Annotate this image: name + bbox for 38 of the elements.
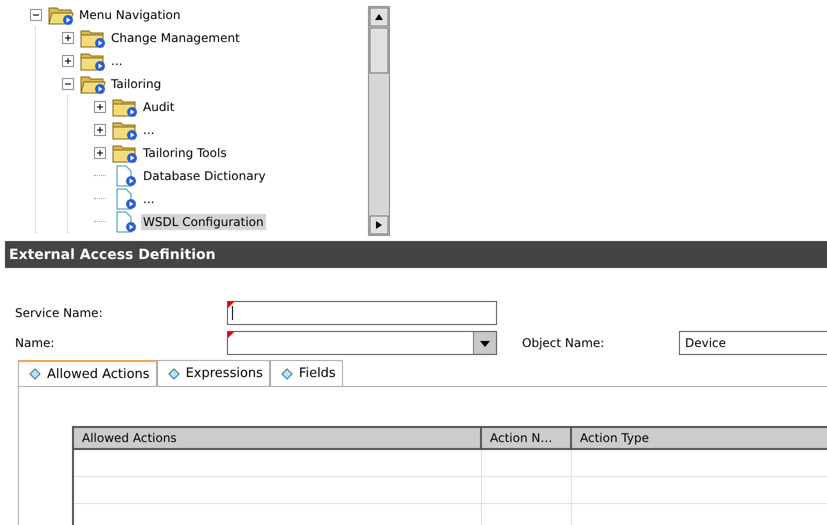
tree-item[interactable]: Menu Navigation [77, 6, 182, 22]
scroll-right-button[interactable] [369, 215, 389, 235]
expand-icon[interactable] [94, 124, 106, 136]
expand-icon[interactable] [62, 54, 74, 66]
tree-item[interactable]: Tailoring Tools [141, 144, 229, 160]
diamond-icon [168, 368, 180, 380]
tree-item[interactable]: Change Management [109, 30, 242, 46]
expand-icon[interactable] [94, 100, 106, 112]
text-cursor [232, 306, 233, 320]
tree-item[interactable]: Tailoring [109, 76, 164, 92]
service-name-field[interactable] [227, 301, 497, 325]
tree-item[interactable]: WSDL Configuration [141, 214, 266, 230]
tree-item[interactable]: Database Dictionary [141, 168, 268, 184]
field-label: Name: [15, 336, 56, 350]
scroll-up-button[interactable] [370, 8, 388, 26]
tree-item[interactable]: Audit [141, 98, 176, 114]
column-header[interactable]: Action N… [481, 427, 571, 449]
collapse-icon[interactable] [62, 78, 74, 90]
collapse-icon[interactable] [30, 8, 42, 20]
expand-icon[interactable] [62, 32, 74, 44]
tab[interactable]: Expressions [156, 360, 270, 386]
tab[interactable]: Fields [270, 360, 343, 386]
panel-title: External Access Definition [5, 241, 827, 268]
tree-item[interactable]: ... [109, 52, 124, 68]
tab[interactable]: Allowed Actions [18, 360, 157, 386]
object-name-field[interactable]: Device [679, 331, 827, 355]
column-header[interactable]: Action Type [571, 427, 827, 449]
column-header[interactable]: Allowed Actions [73, 427, 481, 449]
expand-icon[interactable] [94, 146, 106, 158]
diamond-icon [280, 368, 293, 380]
field-label: Object Name: [522, 336, 606, 350]
field-label: Service Name: [15, 306, 104, 320]
scroll-thumb[interactable] [370, 28, 388, 74]
tree-item[interactable]: ... [141, 190, 156, 206]
scrollbar[interactable] [368, 6, 390, 236]
name-dropdown[interactable] [227, 331, 497, 355]
diamond-icon [29, 368, 41, 380]
tree-item[interactable]: ... [141, 122, 156, 138]
